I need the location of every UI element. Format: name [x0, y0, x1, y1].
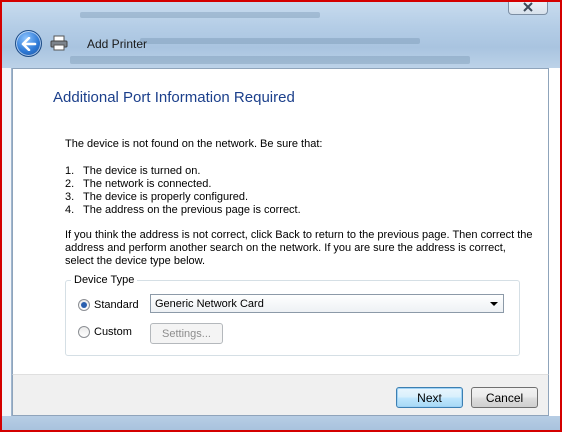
background-blur — [70, 56, 470, 64]
background-blur — [140, 38, 420, 44]
custom-radio[interactable] — [78, 326, 90, 338]
step-text: The address on the previous page is corr… — [83, 204, 301, 216]
step-number: 4. — [65, 204, 75, 216]
cancel-button[interactable]: Cancel — [471, 387, 538, 408]
close-button[interactable] — [508, 0, 548, 15]
next-button[interactable]: Next — [396, 387, 463, 408]
background-blur — [80, 12, 320, 18]
close-icon — [523, 2, 533, 12]
device-type-legend: Device Type — [71, 274, 138, 286]
step-number: 1. — [65, 165, 75, 177]
device-type-select-value: Generic Network Card — [155, 298, 264, 310]
step-number: 2. — [65, 178, 75, 190]
window-titlebar — [0, 0, 562, 68]
checklist: 1. The device is turned on. 2. The network… — [65, 165, 301, 217]
printer-icon — [50, 35, 68, 51]
dialog-footer: Next Cancel — [12, 374, 549, 416]
device-type-group — [65, 280, 520, 356]
dialog-content: Additional Port Information Required The… — [12, 68, 549, 374]
standard-radio[interactable] — [78, 299, 90, 311]
intro-text: The device is not found on the network. … — [65, 138, 323, 150]
standard-radio-label[interactable]: Standard — [94, 299, 139, 311]
device-type-select[interactable]: Generic Network Card — [150, 294, 504, 313]
advice-text: If you think the address is not correct,… — [65, 229, 533, 267]
step-text: The device is properly configured. — [83, 191, 249, 203]
window-title: Add Printer — [87, 37, 148, 51]
list-item: 4. The address on the previous page is co… — [65, 204, 301, 217]
page-heading: Additional Port Information Required — [53, 89, 295, 106]
back-arrow-icon — [21, 36, 36, 51]
background-window-edge — [0, 68, 12, 432]
back-button[interactable] — [15, 30, 42, 57]
step-text: The device is turned on. — [83, 165, 201, 177]
step-text: The network is connected. — [83, 178, 212, 190]
custom-radio-label[interactable]: Custom — [94, 326, 132, 338]
list-item: 2. The network is connected. — [65, 178, 301, 191]
settings-button[interactable]: Settings... — [150, 323, 223, 344]
background-window-edge — [0, 416, 562, 432]
list-item: 3. The device is properly configured. — [65, 191, 301, 204]
step-number: 3. — [65, 191, 75, 203]
list-item: 1. The device is turned on. — [65, 165, 301, 178]
chevron-down-icon — [490, 302, 498, 306]
